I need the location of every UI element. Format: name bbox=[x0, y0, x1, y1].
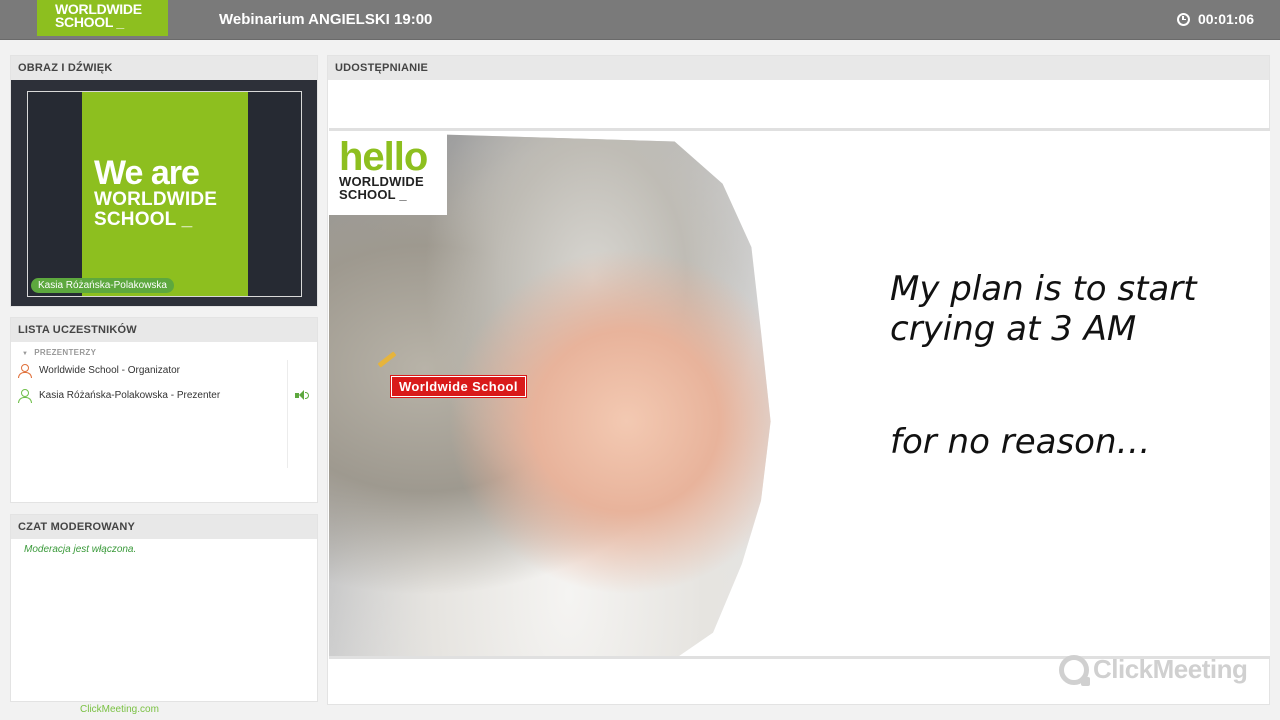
card-line-3: SCHOOL _ bbox=[94, 209, 193, 230]
clickmeeting-link[interactable]: ClickMeeting.com bbox=[80, 704, 159, 715]
sharing-panel: UDOSTĘPNIANIE hello WORLDWIDE SCHOOL _ W… bbox=[327, 55, 1270, 705]
clickmeeting-logo-icon bbox=[1059, 654, 1090, 686]
video-panel-heading: OBRAZ I DŹWIĘK bbox=[11, 56, 317, 80]
presentation-slide: hello WORLDWIDE SCHOOL _ Worldwide Schoo… bbox=[329, 128, 1270, 659]
logo-school: SCHOOL _ bbox=[339, 187, 407, 202]
slide-text-line-3: for no reason… bbox=[890, 422, 1151, 462]
speaker-icon[interactable] bbox=[295, 390, 309, 402]
card-line-1: We are bbox=[94, 154, 200, 192]
webinar-title: Webinarium ANGIELSKI 19:00 bbox=[219, 11, 433, 28]
list-divider bbox=[287, 360, 288, 468]
speaker-name-tag: Kasia Różańska-Polakowska bbox=[31, 278, 174, 293]
session-timer: 00:01:06 bbox=[1176, 11, 1254, 27]
clock-icon bbox=[1176, 12, 1190, 26]
logo-hello: hello bbox=[339, 135, 428, 179]
clickmeeting-watermark: ClickMeeting bbox=[1059, 654, 1248, 686]
presenter-video[interactable]: We are WORLDWIDE SCHOOL _ Kasia Różańska… bbox=[27, 91, 302, 297]
chat-panel: CZAT MODEROWANY Moderacja jest włączona. bbox=[10, 514, 318, 702]
worldwide-school-logo: WORLDWIDE SCHOOL _ bbox=[37, 0, 168, 36]
slide-text-line-1: My plan is to start bbox=[890, 269, 1197, 309]
top-bar: WORLDWIDE SCHOOL _ Webinarium ANGIELSKI … bbox=[0, 0, 1280, 40]
pointer-label: Worldwide School bbox=[390, 375, 527, 398]
sharing-panel-heading: UDOSTĘPNIANIE bbox=[328, 56, 1269, 80]
organizer-icon bbox=[18, 364, 32, 378]
collapse-triangle-icon: ▼ bbox=[22, 351, 29, 357]
hello-logo: hello WORLDWIDE SCHOOL _ bbox=[329, 131, 447, 215]
participant-organizer[interactable]: Worldwide School - Organizator bbox=[11, 360, 317, 385]
presenter-icon bbox=[18, 389, 32, 403]
watermark-text: ClickMeeting bbox=[1093, 654, 1248, 684]
participant-label: Worldwide School - Organizator bbox=[39, 365, 180, 376]
group-label-text: PREZENTERZY bbox=[34, 348, 97, 357]
video-brand-card: We are WORLDWIDE SCHOOL _ bbox=[82, 92, 248, 296]
slide-text-main: My plan is to start crying at 3 AM bbox=[890, 269, 1197, 349]
participant-presenter[interactable]: Kasia Różańska-Polakowska - Prezenter bbox=[11, 385, 317, 410]
timer-value: 00:01:06 bbox=[1197, 11, 1254, 27]
participants-panel-heading: LISTA UCZESTNIKÓW bbox=[11, 318, 317, 342]
presenters-group[interactable]: ▼ PREZENTERZY bbox=[11, 342, 317, 360]
logo-line-2: SCHOOL _ bbox=[55, 14, 124, 30]
moderation-message: Moderacja jest włączona. bbox=[24, 544, 137, 555]
participants-panel: LISTA UCZESTNIKÓW ▼ PREZENTERZY Worldwide… bbox=[10, 317, 318, 503]
slide-text-line-2: crying at 3 AM bbox=[890, 309, 1137, 349]
chat-panel-heading: CZAT MODEROWANY bbox=[11, 515, 317, 539]
card-line-2: WORLDWIDE bbox=[94, 189, 218, 210]
video-panel: OBRAZ I DŹWIĘK We are WORLDWIDE SCHOOL _… bbox=[10, 55, 318, 307]
participant-label: Kasia Różańska-Polakowska - Prezenter bbox=[39, 390, 221, 401]
